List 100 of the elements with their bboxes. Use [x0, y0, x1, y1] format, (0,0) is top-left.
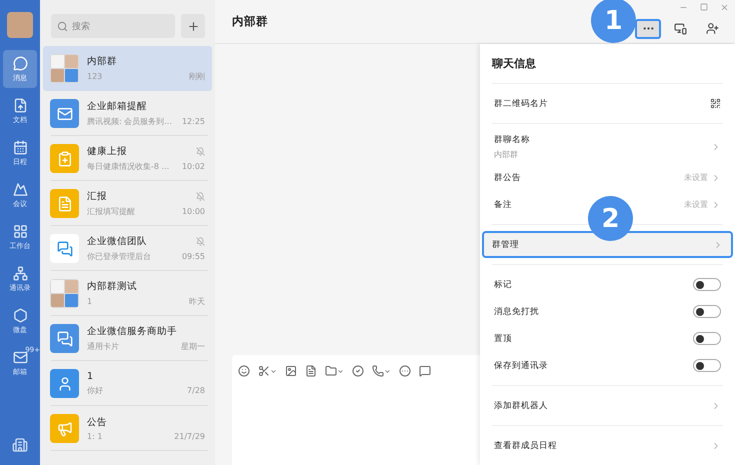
- smiley-icon: [238, 365, 250, 377]
- conversation-item[interactable]: 公告 1: 1 21/7/29: [43, 406, 212, 451]
- mountain-icon: [12, 182, 28, 196]
- close-icon[interactable]: [720, 3, 729, 12]
- conversation-name: 企业微信团队: [87, 235, 147, 248]
- speech-bubbles-icon: [56, 240, 72, 256]
- message-preview: 1: 1: [87, 432, 102, 441]
- conversation-name: 健康上报: [87, 145, 127, 158]
- toggle-switch[interactable]: [693, 305, 721, 318]
- emoji-button[interactable]: [238, 365, 250, 377]
- conversation-name: 内部群测试: [87, 280, 137, 293]
- chat-title: 内部群: [232, 14, 268, 29]
- chat-bubble-icon: [12, 56, 28, 70]
- search-icon: [57, 20, 68, 32]
- image-button[interactable]: [285, 365, 297, 377]
- setting-value: 未设置: [684, 199, 708, 210]
- folder-button[interactable]: [325, 365, 344, 377]
- message-preview: 汇报填写提醒: [87, 206, 135, 217]
- conversation-item[interactable]: 企业微信服务商助手 通用卡片 星期一: [43, 316, 212, 361]
- plus-icon: [186, 20, 200, 32]
- conversation-item[interactable]: 内部群 123 刚刚: [43, 46, 212, 91]
- scissors-icon: [258, 365, 270, 377]
- phone-button[interactable]: [372, 365, 391, 377]
- grid-icon: [12, 224, 28, 238]
- row-label: 群二维码名片: [494, 98, 548, 110]
- message-preview: 你好: [87, 385, 103, 396]
- check-circle-icon: [352, 365, 364, 377]
- message-preview: 1: [87, 297, 92, 306]
- row-label: 置顶: [494, 332, 512, 344]
- row-label: 群公告: [494, 172, 521, 184]
- check-button[interactable]: [352, 365, 364, 377]
- step-number-tooltip: 1: [591, 0, 636, 43]
- message-preview: 123: [87, 72, 102, 81]
- conversation-name: 企业微信服务商助手: [87, 325, 177, 338]
- message-time: 09:55: [182, 252, 205, 261]
- message-time: 昨天: [189, 296, 205, 307]
- envelope-icon: [56, 106, 72, 122]
- group-avatar: [50, 54, 79, 83]
- document-icon: [12, 98, 28, 112]
- highlighted-settings-row[interactable]: 群管理: [482, 231, 733, 258]
- conversation-item[interactable]: 汇报 汇报填写提醒 10:00: [43, 181, 212, 226]
- conversation-item[interactable]: 健康上报 每日健康情况收集-8 ... 10:02: [43, 136, 212, 181]
- document-icon: [56, 196, 72, 212]
- row-label: 群管理: [492, 238, 519, 250]
- row-label: 添加群机器人: [494, 400, 548, 412]
- caret-icon: [337, 368, 344, 374]
- document-button[interactable]: [305, 365, 317, 377]
- row-label: 保存到通讯录: [494, 360, 548, 372]
- row-label: 消息免打扰: [494, 306, 539, 318]
- more-button[interactable]: [635, 18, 661, 38]
- message-time: 10:00: [182, 207, 205, 216]
- message-preview: 腾讯视频: 会员服务到...: [87, 116, 172, 127]
- group-avatar: [50, 279, 79, 308]
- more-tools-button[interactable]: [399, 365, 411, 377]
- message-box-button[interactable]: [419, 365, 431, 377]
- message-time: 7/28: [187, 386, 205, 395]
- qr-code-icon: [710, 98, 721, 109]
- video-call-icon: [674, 22, 686, 35]
- row-label: 标记: [494, 278, 512, 290]
- message-preview: 通用卡片: [87, 341, 119, 352]
- conversation-name: 汇报: [87, 190, 107, 203]
- message-time: 10:02: [182, 162, 205, 171]
- toggle-switch[interactable]: [693, 332, 721, 345]
- row-label: 备注: [494, 198, 512, 210]
- toggle-switch[interactable]: [693, 278, 721, 291]
- conversation-name: 内部群: [87, 55, 117, 68]
- image-icon: [285, 365, 297, 377]
- message-time: 星期一: [181, 341, 205, 352]
- add-button[interactable]: [181, 14, 205, 38]
- org-chart-icon: [12, 266, 28, 280]
- building-icon[interactable]: [12, 437, 28, 453]
- conversation-item[interactable]: 企业邮箱提醒 腾讯视频: 会员服务到... 12:25: [43, 91, 212, 136]
- row-label: 群聊名称: [494, 134, 530, 146]
- envelope-icon: [12, 350, 28, 364]
- document-icon: [305, 365, 317, 377]
- conversation-item[interactable]: 企业微信团队 你已登录管理后台 09:55: [43, 226, 212, 271]
- calendar-icon: [12, 140, 28, 154]
- conversation-name: 1: [87, 371, 94, 382]
- toggle-switch[interactable]: [693, 359, 721, 372]
- screenshot-button[interactable]: [258, 365, 277, 377]
- conversation-item[interactable]: 内部群测试 1 昨天: [43, 271, 212, 316]
- caret-icon: [270, 368, 277, 374]
- conversation-name: 公告: [87, 416, 107, 429]
- hexagon-icon: [12, 308, 28, 322]
- conversation-name: 企业邮箱提醒: [87, 100, 147, 113]
- person-icon: [56, 376, 72, 392]
- message-preview: 每日健康情况收集-8 ...: [87, 161, 170, 172]
- folder-icon: [325, 365, 337, 377]
- message-preview: 你已登录管理后台: [87, 251, 151, 262]
- phone-icon: [372, 365, 384, 377]
- panel-title: 聊天信息: [492, 56, 537, 72]
- message-time: 21/7/29: [174, 432, 205, 441]
- message-time: 刚刚: [189, 71, 205, 82]
- message-time: 12:25: [182, 117, 205, 126]
- speech-bubbles-icon: [56, 330, 72, 346]
- add-person-icon: [706, 22, 718, 35]
- conversation-item[interactable]: 1 你好 7/28: [43, 361, 212, 406]
- caret-icon: [384, 368, 391, 374]
- setting-value: 未设置: [684, 172, 708, 183]
- ellipsis-circle-icon: [399, 365, 411, 377]
